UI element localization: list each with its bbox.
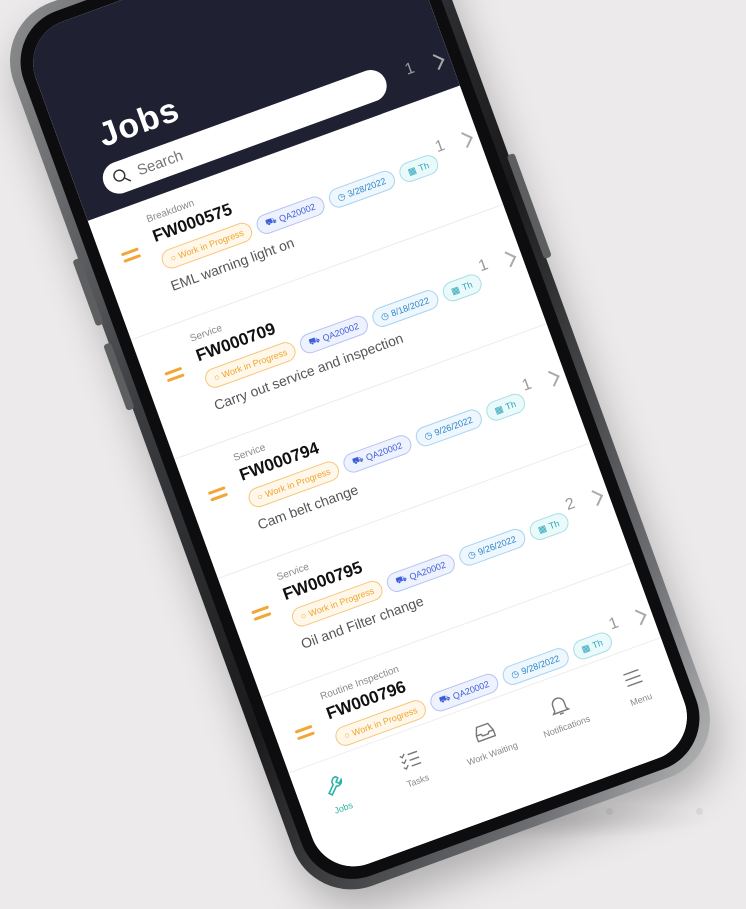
wrench-icon	[327, 776, 342, 797]
drag-handle-icon[interactable]	[164, 366, 186, 386]
asset-badge: ⛟ QA20002	[254, 193, 327, 237]
tab-menu[interactable]: Menu	[592, 653, 680, 718]
vehicle-icon: ⛟	[263, 214, 278, 228]
drag-handle-icon[interactable]	[251, 605, 273, 624]
tab-work-waiting[interactable]: Work Waiting	[443, 707, 531, 772]
chevron-right-icon[interactable]	[630, 609, 647, 626]
tab-jobs[interactable]: Jobs	[294, 761, 382, 826]
site-badge: ▦ Th	[396, 152, 441, 185]
building-icon: ▦	[406, 164, 418, 177]
drag-handle-icon[interactable]	[294, 724, 317, 744]
building-icon: ▦	[536, 522, 548, 535]
asset-badge: ⛟ QA20002	[340, 432, 414, 476]
tab-notifications[interactable]: Notifications	[518, 680, 606, 745]
date-badge: ◷ 9/26/2022	[412, 406, 485, 450]
clock-icon: ◷	[466, 548, 477, 561]
site-badge: ▦ Th	[526, 510, 571, 543]
job-count: 1	[606, 614, 621, 634]
checklist-icon	[399, 750, 422, 770]
job-count: 1	[476, 256, 491, 276]
job-count: 2	[563, 494, 578, 514]
chevron-right-icon[interactable]	[428, 54, 445, 71]
tab-label: Jobs	[332, 799, 355, 816]
date-badge: ◷ 3/28/2022	[325, 168, 398, 211]
phone-device: Jobs 1 Breakdown FW000575 ○	[0, 0, 728, 907]
vehicle-icon: ⛟	[437, 692, 452, 706]
vehicle-icon: ⛟	[394, 572, 409, 586]
hamburger-icon	[623, 668, 644, 687]
job-count: 1	[432, 136, 448, 156]
inbox-icon	[475, 722, 497, 743]
vehicle-icon: ⛟	[307, 334, 322, 348]
phone-bezel: Jobs 1 Breakdown FW000575 ○	[5, 0, 715, 895]
drag-handle-icon[interactable]	[207, 486, 230, 505]
app-screen: Jobs 1 Breakdown FW000575 ○	[20, 0, 700, 879]
job-count: 1	[519, 375, 534, 395]
tab-label: Notifications	[542, 713, 592, 740]
date-badge: ◷ 8/18/2022	[369, 287, 441, 330]
clock-icon: ◷	[335, 190, 347, 203]
date-badge: ◷ 9/26/2022	[456, 526, 528, 569]
chevron-right-icon[interactable]	[456, 132, 473, 149]
vehicle-icon: ⛟	[350, 453, 365, 467]
chevron-right-icon[interactable]	[543, 370, 560, 387]
clock-icon: ◷	[379, 309, 391, 322]
tab-label: Menu	[628, 690, 654, 709]
building-icon: ▦	[449, 283, 462, 297]
tab-label: Work Waiting	[465, 739, 519, 768]
tab-label: Tasks	[405, 772, 431, 790]
site-badge: ▦ Th	[483, 391, 528, 424]
tab-tasks[interactable]: Tasks	[369, 734, 457, 799]
chevron-right-icon[interactable]	[500, 251, 517, 268]
asset-badge: ⛟ QA20002	[384, 551, 458, 595]
building-icon: ▦	[579, 641, 592, 655]
search-count: 1	[402, 59, 417, 79]
drag-handle-icon[interactable]	[120, 247, 143, 266]
bell-icon	[551, 697, 571, 716]
building-icon: ▦	[493, 403, 505, 416]
clock-icon: ◷	[509, 667, 521, 680]
site-badge: ▦ Th	[439, 271, 485, 305]
search-icon	[113, 169, 132, 182]
chevron-right-icon[interactable]	[587, 490, 604, 507]
clock-icon: ◷	[422, 428, 434, 441]
